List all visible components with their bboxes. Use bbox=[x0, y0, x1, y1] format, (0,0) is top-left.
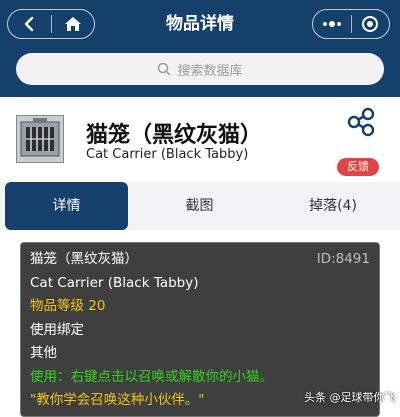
more-dots-icon bbox=[322, 21, 341, 27]
tooltip-category: 其他 bbox=[30, 345, 57, 361]
tooltip-binding: 使用绑定 bbox=[30, 321, 84, 338]
back-button[interactable] bbox=[8, 10, 51, 38]
details-panel: 猫笼（黑纹灰猫） ID:8491 Cat Carrier (Black Tabb… bbox=[0, 230, 400, 417]
share-icon bbox=[347, 107, 375, 137]
top-bar: 物品详情 搜索数据库 bbox=[0, 0, 400, 97]
tooltip-english-name: Cat Carrier (Black Tabby) bbox=[30, 274, 199, 291]
more-button[interactable] bbox=[313, 10, 351, 38]
tab-drops[interactable]: 掉落(4) bbox=[271, 182, 395, 230]
tab-screenshots[interactable]: 截图 bbox=[138, 182, 261, 230]
cat-carrier-icon bbox=[16, 115, 64, 163]
home-icon bbox=[64, 17, 81, 31]
page-title: 物品详情 bbox=[166, 14, 234, 34]
share-button[interactable] bbox=[345, 106, 377, 142]
tab-bar: 详情 截图 掉落(4) bbox=[0, 182, 400, 230]
nav-button-group bbox=[7, 9, 95, 39]
tooltip-item-id: ID:8491 bbox=[316, 251, 370, 267]
report-button[interactable]: 反馈 bbox=[337, 158, 379, 176]
search-input[interactable]: 搜索数据库 bbox=[16, 53, 384, 85]
home-button[interactable] bbox=[52, 10, 95, 38]
close-miniprogram-button[interactable] bbox=[352, 10, 390, 38]
tooltip-use-text: 使用：右键点击以召唤或解散你的小猫。 bbox=[30, 368, 273, 385]
search-icon bbox=[158, 62, 172, 76]
item-name-en: Cat Carrier (Black Tabby) bbox=[86, 147, 249, 162]
item-name-cn: 猫笼（黑纹灰猫） bbox=[86, 123, 263, 148]
mini-program-capsule bbox=[312, 9, 390, 39]
tab-details[interactable]: 详情 bbox=[5, 182, 128, 230]
watermark: 头条 @足球带你飞 bbox=[304, 391, 396, 404]
tooltip-item-level: 物品等级 20 bbox=[30, 298, 106, 314]
item-header: 猫笼（黑纹灰猫） Cat Carrier (Black Tabby) 反馈 bbox=[0, 97, 400, 182]
target-circle-icon bbox=[362, 16, 379, 32]
chevron-left-icon bbox=[25, 16, 34, 32]
search-placeholder: 搜索数据库 bbox=[177, 63, 243, 79]
